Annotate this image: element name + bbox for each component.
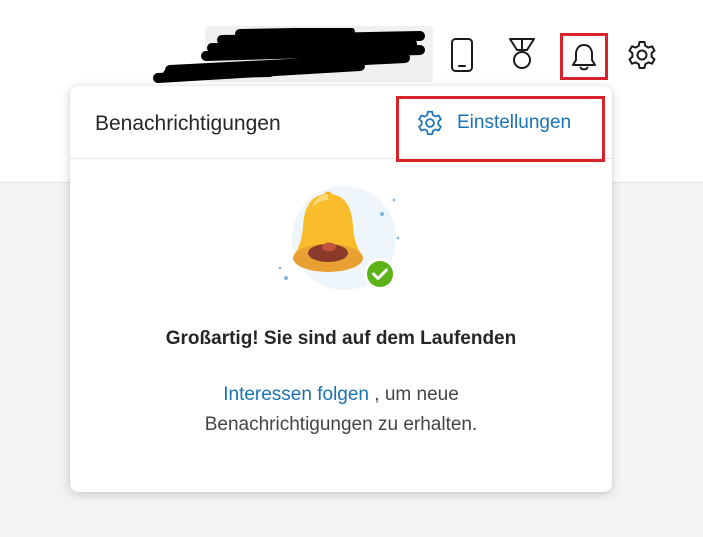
follow-interests-link[interactable]: Interessen folgen [223, 384, 369, 405]
redacted-scribble [153, 28, 425, 83]
empty-state-message: Interessen folgen , um neue Benachrichti… [70, 380, 612, 440]
settings-highlight [396, 96, 605, 162]
medal-icon[interactable] [505, 36, 539, 72]
panel-title: Benachrichtigungen [95, 112, 281, 135]
message-text: , um neue [374, 384, 459, 405]
gear-icon[interactable] [624, 37, 660, 73]
message-line-2: Benachrichtigungen zu erhalten. [204, 414, 478, 435]
phone-icon[interactable] [447, 35, 477, 75]
bell-check-illustration [278, 186, 400, 290]
status-headline: Großartig! Sie sind auf dem Laufenden [165, 328, 517, 349]
bell-icon[interactable] [563, 36, 605, 77]
